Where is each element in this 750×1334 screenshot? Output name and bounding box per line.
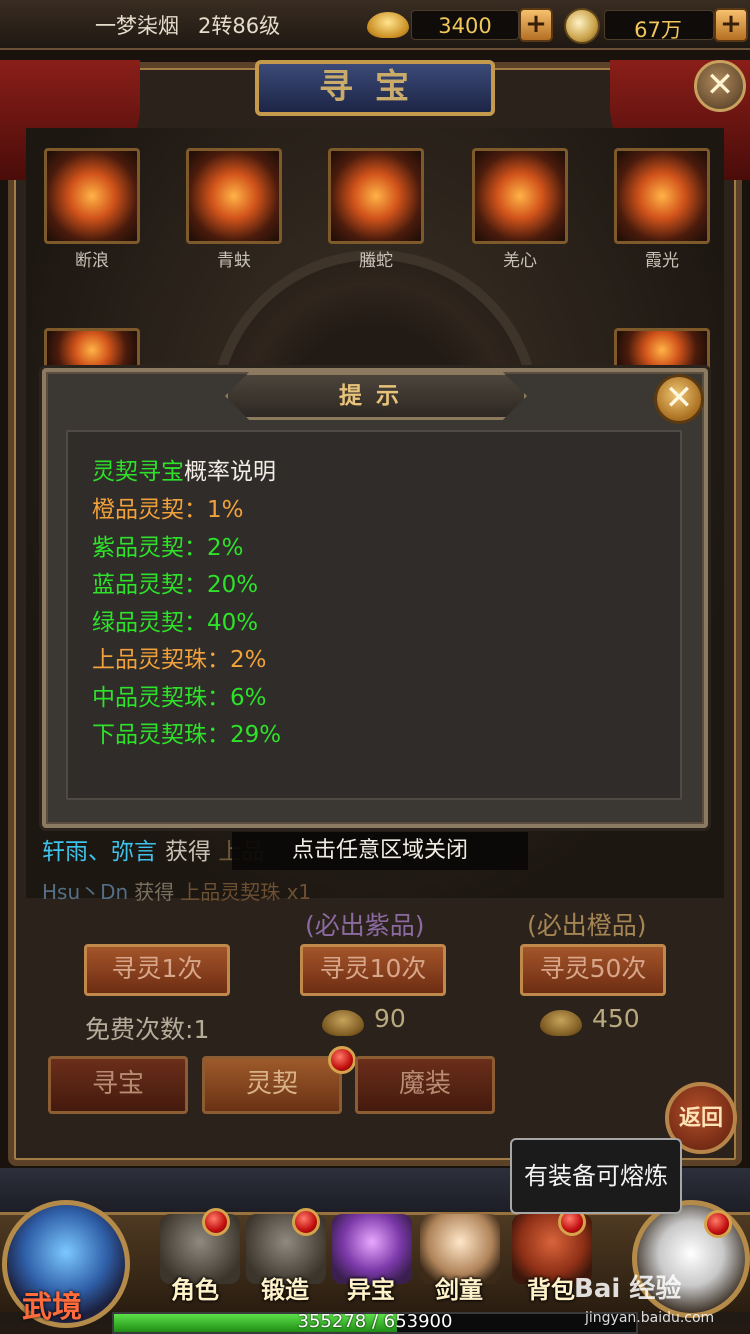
probability-row: 紫品灵契：2% <box>92 534 244 561</box>
probability-row: 下品灵契珠：29% <box>92 722 282 748</box>
heading-highlight: 灵契寻宝 <box>92 459 184 485</box>
probability-row: 上品灵契珠：2% <box>92 647 267 673</box>
probability-row: 橙品灵契：1% <box>92 497 244 523</box>
probability-heading: 灵契寻宝概率说明 <box>92 452 276 486</box>
probability-row: 中品灵契珠：6% <box>92 684 267 711</box>
probability-row: 蓝品灵契：20% <box>92 572 259 598</box>
dialog-close-icon[interactable]: ✕ <box>654 374 704 424</box>
heading-text: 概率说明 <box>184 459 276 485</box>
probability-row: 绿品灵契：40% <box>92 609 259 636</box>
dialog-title: 提示 <box>225 372 527 420</box>
